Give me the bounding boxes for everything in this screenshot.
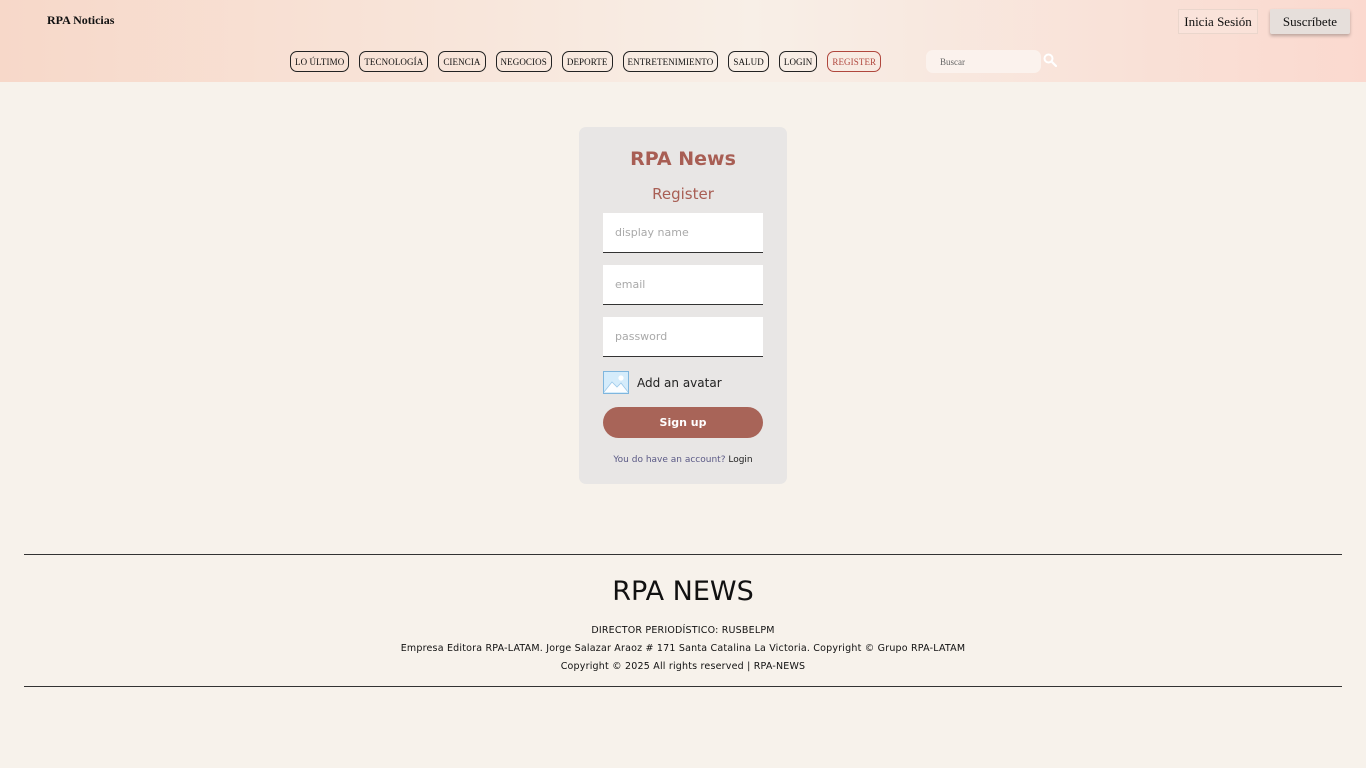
register-card-title: RPA News <box>630 148 736 170</box>
sign-up-button[interactable]: Sign up <box>603 407 763 438</box>
nav-item-entretenimiento[interactable]: ENTRETENIMIENTO <box>622 51 719 72</box>
nav-item-register[interactable]: REGISTER <box>827 51 882 72</box>
image-icon <box>603 371 629 394</box>
footer-title: RPA NEWS <box>612 576 754 607</box>
footer-bottom-divider <box>24 686 1342 687</box>
footer-copyright: Copyright © 2025 All rights reserved | R… <box>560 661 806 672</box>
site-header: RPA Noticias Inicia Sesión Suscríbete LO… <box>0 0 1366 82</box>
nav-item-tecnologia[interactable]: TECNOLOGÍA <box>359 51 429 72</box>
footer-director: DIRECTOR PERIODÍSTICO: RUSBELPM <box>591 625 775 636</box>
nav-item-deporte[interactable]: DEPORTE <box>561 51 613 72</box>
footer-company: Empresa Editora RPA-LATAM. Jorge Salazar… <box>400 643 966 654</box>
add-avatar-control[interactable]: Add an avatar <box>603 370 763 395</box>
register-card: RPA News Register Add an avatar Sign up … <box>579 127 787 484</box>
footer-top-divider <box>24 554 1342 555</box>
login-link[interactable]: Login <box>728 455 752 465</box>
nav-item-login[interactable]: LOGIN <box>778 51 818 72</box>
account-prompt-text: You do have an account? <box>613 455 726 465</box>
search-box <box>926 50 1041 73</box>
site-brand[interactable]: RPA Noticias <box>47 13 114 28</box>
main-nav: LO ÚLTIMO TECNOLOGÍA CIENCIA NEGOCIOS DE… <box>290 51 882 72</box>
password-field[interactable] <box>603 317 763 357</box>
display-name-field[interactable] <box>603 213 763 253</box>
register-card-subtitle: Register <box>652 185 714 203</box>
search-input[interactable] <box>926 50 1041 73</box>
subscribe-button[interactable]: Suscríbete <box>1270 9 1350 34</box>
nav-item-lo-ultimo[interactable]: LO ÚLTIMO <box>290 51 350 72</box>
nav-item-negocios[interactable]: NEGOCIOS <box>495 51 552 72</box>
add-avatar-label: Add an avatar <box>637 375 722 390</box>
search-icon[interactable] <box>1043 53 1057 67</box>
nav-item-salud[interactable]: SALUD <box>728 51 769 72</box>
email-field[interactable] <box>603 265 763 305</box>
account-prompt: You do have an account? Login <box>579 455 787 465</box>
login-top-button[interactable]: Inicia Sesión <box>1178 9 1258 34</box>
nav-item-ciencia[interactable]: CIENCIA <box>438 51 486 72</box>
